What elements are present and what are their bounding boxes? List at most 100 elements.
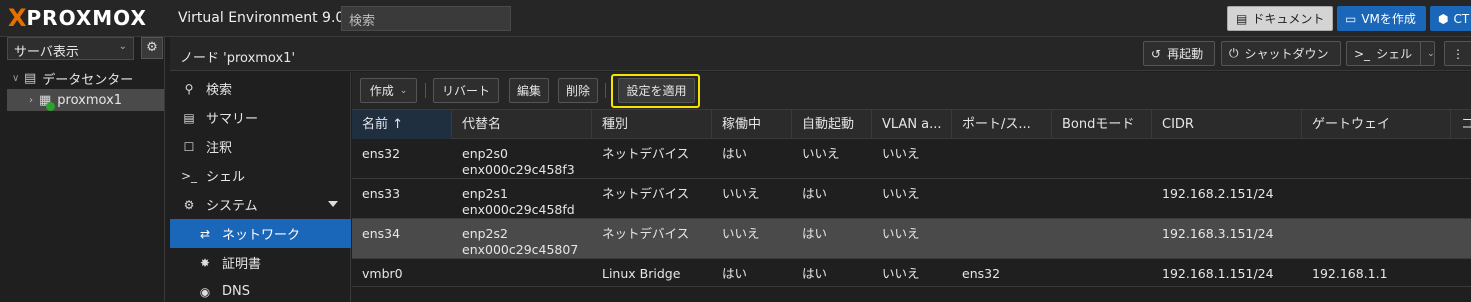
create-ct-label: CT bbox=[1453, 11, 1470, 26]
menu-item-system[interactable]: ⚙ システム bbox=[170, 190, 351, 219]
toolbar-separator bbox=[605, 83, 606, 98]
cell-altname: enp2s2 enx000c29c45807 bbox=[452, 226, 578, 258]
menu-item-search[interactable]: ⚲ 検索 bbox=[170, 74, 351, 103]
terminal-icon: >_ bbox=[180, 168, 198, 183]
cell-name: ens34 bbox=[362, 226, 401, 241]
cell-vlan: いいえ bbox=[882, 186, 920, 201]
chevron-down-icon[interactable]: ⌄ bbox=[1420, 42, 1435, 65]
chevron-down-icon: ⌄ bbox=[118, 41, 127, 52]
book-icon: ▤ bbox=[183, 110, 195, 125]
apply-configuration-button[interactable]: 設定を適用 bbox=[618, 78, 695, 103]
network-toolbar: 作成 ⌄ リバート 編集 削除 設定を適用 bbox=[352, 72, 1471, 110]
chevron-down-icon: ⌄ bbox=[399, 85, 408, 96]
network-interface-table: 名前 ↑ 代替名 種別 稼働中 自動起動 VLAN a... ポート/ス... … bbox=[352, 110, 1471, 302]
cell-vlan: いいえ bbox=[882, 266, 920, 281]
delete-label: 削除 bbox=[565, 84, 590, 98]
column-header-gateway[interactable]: ゲートウェイ bbox=[1302, 110, 1451, 139]
menu-item-label: DNS bbox=[222, 284, 250, 299]
cell-type: ネットデバイス bbox=[602, 186, 690, 201]
column-header-autostart[interactable]: 自動起動 bbox=[792, 110, 872, 139]
menu-item-label: ネットワーク bbox=[222, 228, 301, 243]
column-header-ports[interactable]: ポート/ス... bbox=[952, 110, 1052, 139]
table-row[interactable]: ens32 enp2s0 enx000c29c458f3 ネットデバイス はい … bbox=[352, 139, 1471, 179]
cell-name: ens32 bbox=[362, 146, 401, 161]
menu-item-label: 検索 bbox=[206, 83, 233, 98]
column-header-type[interactable]: 種別 bbox=[592, 110, 712, 139]
create-vm-button[interactable]: ▭ VMを作成 bbox=[1337, 6, 1426, 31]
proxmox-logo[interactable]: X PROXMOX bbox=[8, 5, 147, 31]
node-header: ノード 'proxmox1' ↺ 再起動 ⏻ シャットダウン >_ シェル ⌄ … bbox=[170, 37, 1471, 71]
more-options-button[interactable]: ⋮ bbox=[1444, 41, 1471, 66]
tree-item-datacenter[interactable]: ∨ ▤ データセンター bbox=[0, 67, 164, 89]
toolbar-separator bbox=[425, 83, 426, 98]
revert-button[interactable]: リバート bbox=[433, 78, 499, 103]
menu-item-summary[interactable]: ▤ サマリー bbox=[170, 103, 351, 132]
apply-label: 設定を適用 bbox=[626, 84, 687, 98]
table-header: 名前 ↑ 代替名 種別 稼働中 自動起動 VLAN a... ポート/ス... … bbox=[352, 110, 1471, 139]
cell-name: ens33 bbox=[362, 186, 401, 201]
terminal-icon: >_ bbox=[1354, 46, 1371, 61]
create-button[interactable]: 作成 ⌄ bbox=[360, 78, 417, 103]
menu-item-dns[interactable]: ◉ DNS bbox=[170, 277, 351, 302]
table-row-selected[interactable]: ens34 enp2s2 enx000c29c45807 ネットデバイス いいえ… bbox=[352, 219, 1471, 259]
shell-button[interactable]: >_ シェル ⌄ bbox=[1346, 41, 1435, 66]
vertical-ellipsis-icon: ⋮ bbox=[1452, 46, 1464, 61]
reboot-label: 再起動 bbox=[1167, 47, 1204, 61]
cell-vlan: いいえ bbox=[882, 146, 920, 161]
view-select[interactable]: サーバ表示 ⌄ bbox=[7, 37, 134, 60]
column-header-cidr[interactable]: CIDR bbox=[1152, 110, 1302, 139]
documentation-button[interactable]: ▤ ドキュメント bbox=[1227, 6, 1333, 31]
cell-type: Linux Bridge bbox=[602, 266, 681, 281]
caret-down-icon[interactable] bbox=[328, 201, 338, 207]
column-header-vlan[interactable]: VLAN a... bbox=[872, 110, 952, 139]
column-header-name[interactable]: 名前 ↑ bbox=[352, 110, 452, 139]
cell-active: いいえ bbox=[722, 226, 760, 241]
cell-cidr: 192.168.2.151/24 bbox=[1162, 186, 1274, 201]
cogs-icon: ⚙ bbox=[183, 197, 195, 212]
gear-icon[interactable]: ⚙ bbox=[141, 37, 163, 59]
menu-item-label: 証明書 bbox=[222, 257, 262, 272]
cell-active: はい bbox=[722, 266, 748, 281]
delete-button[interactable]: 削除 bbox=[558, 78, 598, 103]
search-input[interactable]: 検索 bbox=[341, 6, 511, 31]
shutdown-label: シャットダウン bbox=[1244, 47, 1329, 61]
server-stack-icon: ▤ bbox=[24, 70, 37, 86]
table-row[interactable]: vmbr0 Linux Bridge はい はい いいえ ens32 192.1… bbox=[352, 259, 1471, 287]
edit-button[interactable]: 編集 bbox=[509, 78, 549, 103]
column-header-active[interactable]: 稼働中 bbox=[712, 110, 792, 139]
page-title: ノード 'proxmox1' bbox=[180, 51, 296, 66]
version-label: Virtual Environment 9.0.3 bbox=[178, 10, 358, 26]
column-header-altnames[interactable]: 代替名 bbox=[452, 110, 592, 139]
create-ct-button[interactable]: ⬢ CT bbox=[1430, 6, 1471, 31]
power-icon: ⏻ bbox=[1229, 46, 1239, 60]
column-header-bond[interactable]: Bondモード bbox=[1052, 110, 1152, 139]
cell-active: はい bbox=[722, 146, 748, 161]
note-icon: ☐ bbox=[183, 139, 195, 154]
node-menu: ⚲ 検索 ▤ サマリー ☐ 注釈 >_ シェル ⚙ システム ⇄ ネットワーク … bbox=[170, 72, 351, 302]
menu-item-label: シェル bbox=[206, 170, 246, 185]
top-bar: X PROXMOX Virtual Environment 9.0.3 検索 ▤… bbox=[0, 0, 1471, 37]
tree-item-label: proxmox1 bbox=[57, 92, 123, 108]
revert-label: リバート bbox=[441, 84, 490, 98]
undo-icon: ↺ bbox=[1151, 46, 1162, 61]
cell-active: いいえ bbox=[722, 186, 760, 201]
expand-icon[interactable]: ∨ bbox=[12, 73, 22, 84]
cell-type: ネットデバイス bbox=[602, 226, 690, 241]
menu-item-shell[interactable]: >_ シェル bbox=[170, 161, 351, 190]
altname-line: enx000c29c458f3 bbox=[462, 162, 575, 177]
cell-ports: ens32 bbox=[962, 266, 1001, 281]
column-header-comment[interactable]: コ bbox=[1451, 110, 1471, 139]
tree-item-label: データセンター bbox=[42, 72, 134, 88]
tree-item-node[interactable]: › ▦ proxmox1 bbox=[7, 89, 164, 111]
reboot-button[interactable]: ↺ 再起動 bbox=[1143, 41, 1215, 66]
shutdown-button[interactable]: ⏻ シャットダウン bbox=[1221, 41, 1341, 66]
certificate-icon: ✸ bbox=[199, 255, 211, 270]
menu-item-network[interactable]: ⇄ ネットワーク bbox=[170, 219, 351, 248]
menu-item-notes[interactable]: ☐ 注釈 bbox=[170, 132, 351, 161]
logo-x-mark: X bbox=[8, 4, 27, 32]
menu-item-certificates[interactable]: ✸ 証明書 bbox=[170, 248, 351, 277]
exchange-icon: ⇄ bbox=[199, 226, 211, 241]
collapse-icon[interactable]: › bbox=[29, 95, 39, 106]
table-row[interactable]: ens33 enp2s1 enx000c29c458fd ネットデバイス いいえ… bbox=[352, 179, 1471, 219]
cell-autostart: はい bbox=[802, 226, 828, 241]
